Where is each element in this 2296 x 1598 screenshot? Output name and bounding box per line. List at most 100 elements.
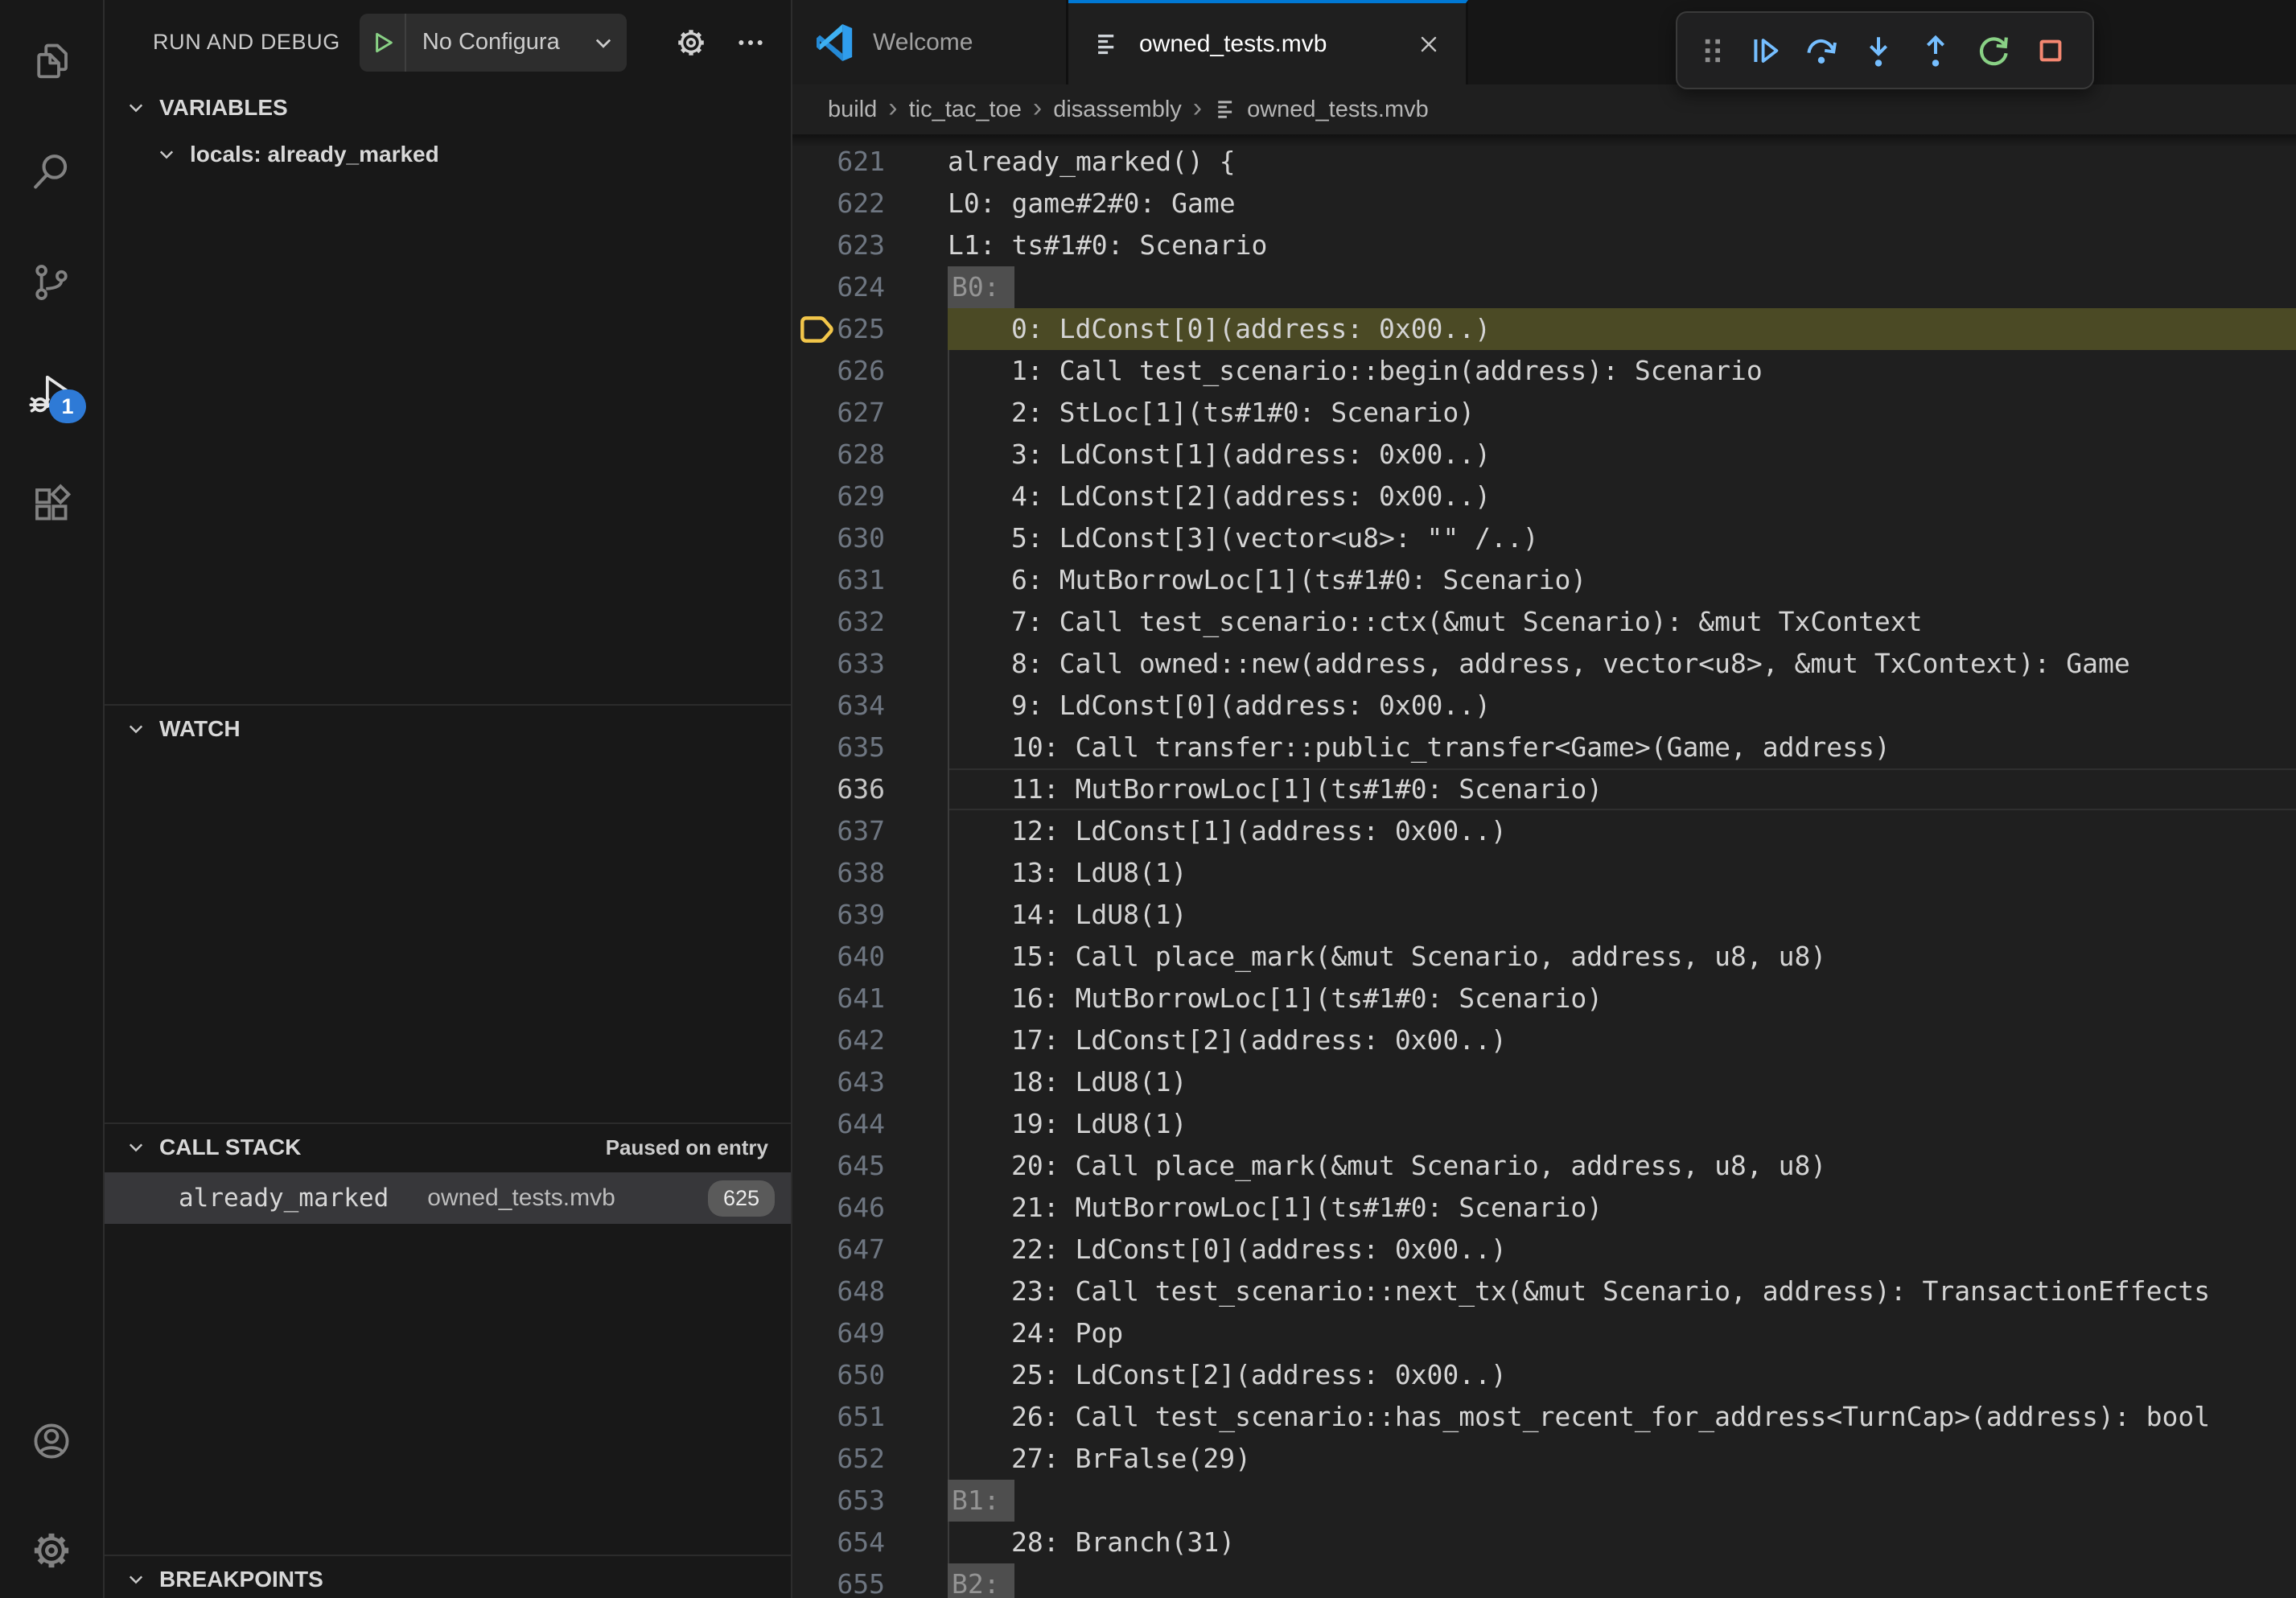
gutter[interactable]: 645 [792,1145,948,1187]
extensions-icon[interactable] [28,481,75,528]
gutter[interactable]: 652 [792,1438,948,1480]
code-line[interactable]: 63611: MutBorrowLoc[1](ts#1#0: Scenario) [792,768,2296,810]
line-content[interactable]: 6: MutBorrowLoc[1](ts#1#0: Scenario) [948,559,2296,601]
more-actions-icon[interactable] [734,27,767,59]
gutter[interactable]: 628 [792,434,948,476]
debug-settings-gear-icon[interactable] [673,25,709,60]
breadcrumb-item[interactable]: build [828,97,877,123]
line-content[interactable]: 4: LdConst[2](address: 0x00..) [948,476,2296,517]
line-content[interactable]: 10: Call transfer::public_transfer<Game>… [948,727,2296,768]
continue-button[interactable] [1741,28,1786,73]
line-content[interactable]: 1: Call test_scenario::begin(address): S… [948,350,2296,392]
step-over-button[interactable] [1799,28,1844,73]
gutter[interactable]: 649 [792,1312,948,1354]
gutter[interactable]: 655 [792,1563,948,1598]
line-content[interactable]: 15: Call place_mark(&mut Scenario, addre… [948,936,2296,978]
code-line[interactable]: 6261: Call test_scenario::begin(address)… [792,350,2296,392]
gutter[interactable]: 648 [792,1271,948,1312]
gutter[interactable]: 631 [792,559,948,601]
code-line[interactable]: 6327: Call test_scenario::ctx(&mut Scena… [792,601,2296,643]
line-content[interactable]: 23: Call test_scenario::next_tx(&mut Sce… [948,1271,2296,1312]
line-content[interactable]: 20: Call place_mark(&mut Scenario, addre… [948,1145,2296,1187]
code-line[interactable]: 64823: Call test_scenario::next_tx(&mut … [792,1271,2296,1312]
gutter[interactable]: 651 [792,1396,948,1438]
gutter[interactable]: 653 [792,1480,948,1522]
breadcrumb-item[interactable]: disassembly [1053,97,1182,123]
line-content[interactable]: 28: Branch(31) [948,1522,2296,1563]
code-line[interactable]: 64924: Pop [792,1312,2296,1354]
gutter[interactable]: 637 [792,810,948,852]
code-line[interactable]: 622L0: game#2#0: Game [792,183,2296,224]
code-line[interactable]: 65025: LdConst[2](address: 0x00..) [792,1354,2296,1396]
gutter[interactable]: 644 [792,1103,948,1145]
code-line[interactable]: 624B0: [792,266,2296,308]
code-line[interactable]: 65227: BrFalse(29) [792,1438,2296,1480]
line-content[interactable]: already_marked() { [948,141,2296,183]
breakpoints-section-header[interactable]: BREAKPOINTS [105,1556,791,1598]
line-content[interactable]: 16: MutBorrowLoc[1](ts#1#0: Scenario) [948,978,2296,1019]
line-content[interactable]: 26: Call test_scenario::has_most_recent_… [948,1396,2296,1438]
code-line[interactable]: 64520: Call place_mark(&mut Scenario, ad… [792,1145,2296,1187]
line-content[interactable]: 21: MutBorrowLoc[1](ts#1#0: Scenario) [948,1187,2296,1229]
variables-section-header[interactable]: VARIABLES [105,84,791,131]
code-line[interactable]: 64419: LdU8(1) [792,1103,2296,1145]
gutter[interactable]: 643 [792,1061,948,1103]
code-line[interactable]: 65428: Branch(31) [792,1522,2296,1563]
stop-button[interactable] [2028,28,2073,73]
search-icon[interactable] [28,148,75,195]
gutter[interactable]: 641 [792,978,948,1019]
step-into-button[interactable] [1856,28,1901,73]
toolbar-drag-handle[interactable] [1697,28,1729,73]
line-content[interactable]: 11: MutBorrowLoc[1](ts#1#0: Scenario) [948,768,2296,810]
code-line[interactable]: 64722: LdConst[0](address: 0x00..) [792,1229,2296,1271]
line-content[interactable]: 17: LdConst[2](address: 0x00..) [948,1019,2296,1061]
line-content[interactable]: 7: Call test_scenario::ctx(&mut Scenario… [948,601,2296,643]
code-line[interactable]: 6283: LdConst[1](address: 0x00..) [792,434,2296,476]
code-line[interactable]: 653B1: [792,1480,2296,1522]
code-line[interactable]: 64318: LdU8(1) [792,1061,2296,1103]
line-content[interactable]: 19: LdU8(1) [948,1103,2296,1145]
gutter[interactable]: 626 [792,350,948,392]
gutter[interactable]: 635 [792,727,948,768]
line-content[interactable]: B2: [948,1563,2296,1598]
gutter[interactable]: 627 [792,392,948,434]
code-line[interactable]: 63510: Call transfer::public_transfer<Ga… [792,727,2296,768]
explorer-icon[interactable] [28,37,75,84]
code-line[interactable]: 6305: LdConst[3](vector<u8>: "" /..) [792,517,2296,559]
line-content[interactable]: 14: LdU8(1) [948,894,2296,936]
gutter[interactable]: 621 [792,141,948,183]
line-content[interactable]: L0: game#2#0: Game [948,183,2296,224]
line-content[interactable]: 13: LdU8(1) [948,852,2296,894]
gutter[interactable]: 638 [792,852,948,894]
code-line[interactable]: 6294: LdConst[2](address: 0x00..) [792,476,2296,517]
gutter[interactable]: 629 [792,476,948,517]
line-content[interactable]: L1: ts#1#0: Scenario [948,224,2296,266]
gutter[interactable]: 650 [792,1354,948,1396]
line-content[interactable]: 8: Call owned::new(address, address, vec… [948,643,2296,685]
gutter[interactable]: 639 [792,894,948,936]
code-line[interactable]: 63813: LdU8(1) [792,852,2296,894]
line-content[interactable]: 22: LdConst[0](address: 0x00..) [948,1229,2296,1271]
line-content[interactable]: 3: LdConst[1](address: 0x00..) [948,434,2296,476]
code-line[interactable]: 63712: LdConst[1](address: 0x00..) [792,810,2296,852]
line-content[interactable]: 18: LdU8(1) [948,1061,2296,1103]
line-content[interactable]: 25: LdConst[2](address: 0x00..) [948,1354,2296,1396]
code-line[interactable]: 64217: LdConst[2](address: 0x00..) [792,1019,2296,1061]
line-content[interactable]: 2: StLoc[1](ts#1#0: Scenario) [948,392,2296,434]
code-line[interactable]: 6349: LdConst[0](address: 0x00..) [792,685,2296,727]
line-content[interactable]: B1: [948,1480,2296,1522]
gutter[interactable]: 630 [792,517,948,559]
debug-config-dropdown[interactable]: No Configura [360,14,627,72]
gutter[interactable]: 647 [792,1229,948,1271]
step-out-button[interactable] [1913,28,1958,73]
gutter[interactable]: 636 [792,768,948,810]
variables-scope-locals[interactable]: locals: already_marked [105,131,791,178]
settings-gear-icon[interactable] [28,1527,75,1574]
code-line[interactable]: 64116: MutBorrowLoc[1](ts#1#0: Scenario) [792,978,2296,1019]
gutter[interactable]: 640 [792,936,948,978]
line-content[interactable]: 9: LdConst[0](address: 0x00..) [948,685,2296,727]
tab-owned-tests[interactable]: owned_tests.mvb [1068,0,1468,84]
call-stack-frame[interactable]: already_markedowned_tests.mvb625 [105,1172,791,1224]
code-line[interactable]: 623L1: ts#1#0: Scenario [792,224,2296,266]
line-content[interactable]: B0: [948,266,2296,308]
